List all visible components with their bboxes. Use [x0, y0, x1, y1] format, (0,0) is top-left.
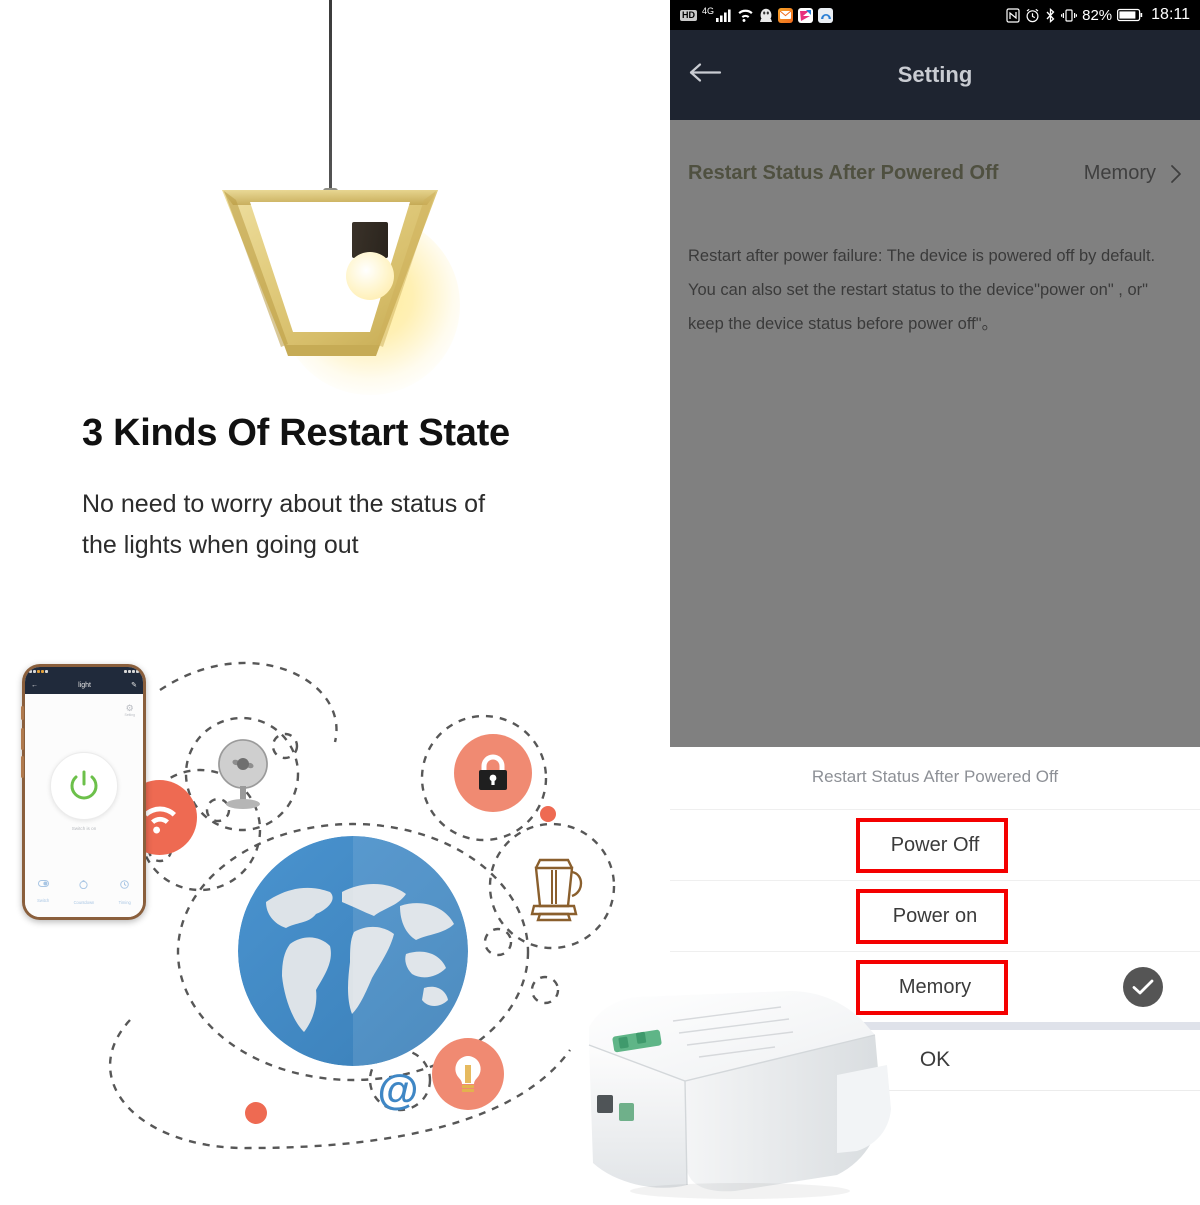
status-bar: HD 4G 82% 18:11 — [670, 0, 1200, 30]
vibrate-icon — [1061, 8, 1078, 22]
bluetooth-icon — [1046, 7, 1055, 23]
page-title: Setting — [897, 62, 973, 87]
smart-switch-device — [575, 985, 915, 1200]
page-title: 3 Kinds Of Restart State — [82, 412, 510, 454]
lamp-bulb — [346, 252, 394, 300]
nfc-icon — [1006, 7, 1020, 23]
mini-back-icon[interactable]: ← — [31, 682, 38, 689]
fan-icon — [208, 736, 278, 810]
dot-accent — [245, 1102, 267, 1124]
page-subtitle: No need to worry about the status of the… — [82, 484, 602, 565]
globe-icon — [238, 836, 468, 1066]
mini-status-bar — [25, 667, 143, 676]
mini-tab-label: Switch — [37, 898, 50, 903]
lamp-frame-icon — [222, 190, 438, 356]
highlight-box — [856, 889, 1008, 944]
nav-bar: Setting — [670, 30, 1200, 120]
setting-row-value: Memory — [1083, 162, 1156, 184]
bulb-icon — [432, 1038, 504, 1110]
qq-penguin-icon — [760, 8, 773, 22]
mail-app-icon — [778, 7, 794, 23]
power-toggle-button[interactable] — [50, 752, 118, 820]
mini-tab-label: Timing — [118, 900, 131, 905]
signal-bars-icon — [716, 9, 731, 22]
mini-tab-countdown[interactable]: Countdown — [73, 880, 95, 909]
hd-badge: HD — [680, 9, 697, 21]
subtitle-line-1: No need to worry about the status of — [82, 490, 486, 518]
dialog-option-power-off[interactable]: Power Off — [670, 809, 1200, 880]
network-label: 4G — [702, 6, 715, 16]
lock-icon — [454, 734, 532, 812]
setting-row-restart-status[interactable]: Restart Status After Powered Off Memory — [670, 162, 1200, 185]
setting-description: Restart after power failure: The device … — [688, 247, 1156, 333]
mini-nav-bar: ← light ✎ — [25, 676, 143, 694]
email-icon: @ — [377, 1066, 419, 1113]
mini-edit-icon[interactable]: ✎ — [131, 681, 137, 689]
dot-accent — [540, 806, 556, 822]
chevron-right-icon — [1171, 164, 1181, 183]
battery-icon — [1117, 8, 1143, 22]
mini-tab-timing[interactable]: Timing — [119, 880, 131, 909]
gear-label: Setting — [124, 713, 135, 717]
settings-content-dimmed: Restart Status After Powered Off Memory … — [670, 120, 1200, 747]
app-icon-pink — [798, 7, 814, 23]
back-arrow-icon[interactable] — [688, 61, 722, 90]
app-phone-mockup: ← light ✎ ⚙ Setting Switch is on Switch … — [21, 664, 146, 920]
mini-tab-label: Countdown — [73, 900, 95, 905]
switch-status-text: Switch is on — [71, 826, 97, 831]
dialog-option-power-on[interactable]: Power on — [670, 880, 1200, 951]
gear-icon[interactable]: ⚙ Setting — [124, 703, 135, 717]
dialog-ok-label: OK — [919, 1048, 951, 1071]
setting-row-label: Restart Status After Powered Off — [688, 162, 999, 184]
pendant-lamp-icon — [180, 0, 480, 395]
dialog-title: Restart Status After Powered Off — [811, 767, 1059, 786]
iot-illustration: @ — [100, 650, 620, 1170]
product-listing-image: 3 Kinds Of Restart State No need to worr… — [0, 0, 1200, 1200]
status-time: 18:11 — [1151, 6, 1190, 23]
mini-title: light — [78, 681, 91, 689]
power-icon — [70, 770, 98, 800]
marketing-panel: 3 Kinds Of Restart State No need to worr… — [0, 0, 670, 1200]
app-icon-blue — [818, 7, 834, 23]
mini-tab-bar: Switch Countdown Timing — [25, 880, 143, 909]
mini-tab-switch[interactable]: Switch — [37, 880, 49, 909]
alarm-icon — [1026, 8, 1039, 22]
highlight-box — [856, 818, 1008, 873]
kettle-icon — [518, 848, 590, 926]
battery-percent: 82% — [1082, 6, 1113, 24]
check-circle-icon — [1123, 967, 1163, 1007]
wifi-icon — [738, 9, 753, 22]
subtitle-line-2: the lights when going out — [82, 530, 359, 559]
